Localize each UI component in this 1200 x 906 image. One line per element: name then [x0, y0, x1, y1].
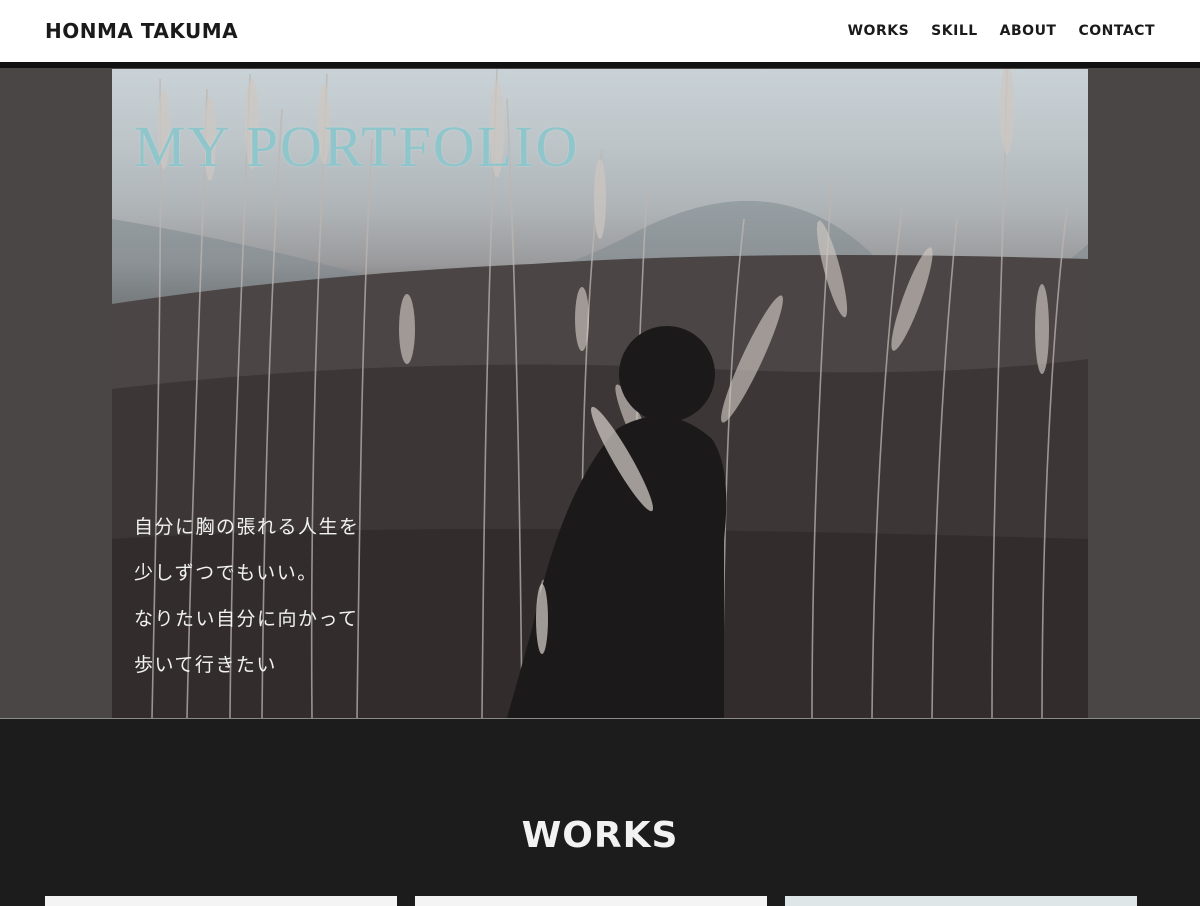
site-logo[interactable]: HONMA TAKUMA	[45, 19, 238, 43]
nav-about[interactable]: ABOUT	[1000, 23, 1057, 39]
work-card[interactable]	[45, 896, 397, 906]
nav-works[interactable]: WORKS	[848, 23, 910, 39]
main-nav: WORKS SKILL ABOUT CONTACT	[848, 23, 1155, 39]
nav-contact[interactable]: CONTACT	[1078, 23, 1155, 39]
site-header: HONMA TAKUMA WORKS SKILL ABOUT CONTACT	[0, 0, 1200, 62]
hero-copy-line: 自分に胸の張れる人生を	[134, 516, 360, 538]
work-card[interactable]	[785, 896, 1137, 906]
works-section: WORKS	[0, 719, 1200, 906]
work-card[interactable]	[415, 896, 767, 906]
works-heading: WORKS	[521, 815, 679, 856]
hero-image: MY PORTFOLIO 自分に胸の張れる人生を 少しずつでもいい。 なりたい自…	[112, 69, 1088, 718]
hero-copy-line: 歩いて行きたい	[134, 654, 277, 676]
nav-skill[interactable]: SKILL	[931, 23, 977, 39]
hero-title: MY PORTFOLIO	[134, 114, 580, 179]
hero-copy: 自分に胸の張れる人生を 少しずつでもいい。 なりたい自分に向かって 歩いて行きた…	[134, 515, 360, 699]
hero-copy-line: 少しずつでもいい。	[134, 562, 318, 584]
hero-copy-line: なりたい自分に向かって	[134, 608, 359, 630]
